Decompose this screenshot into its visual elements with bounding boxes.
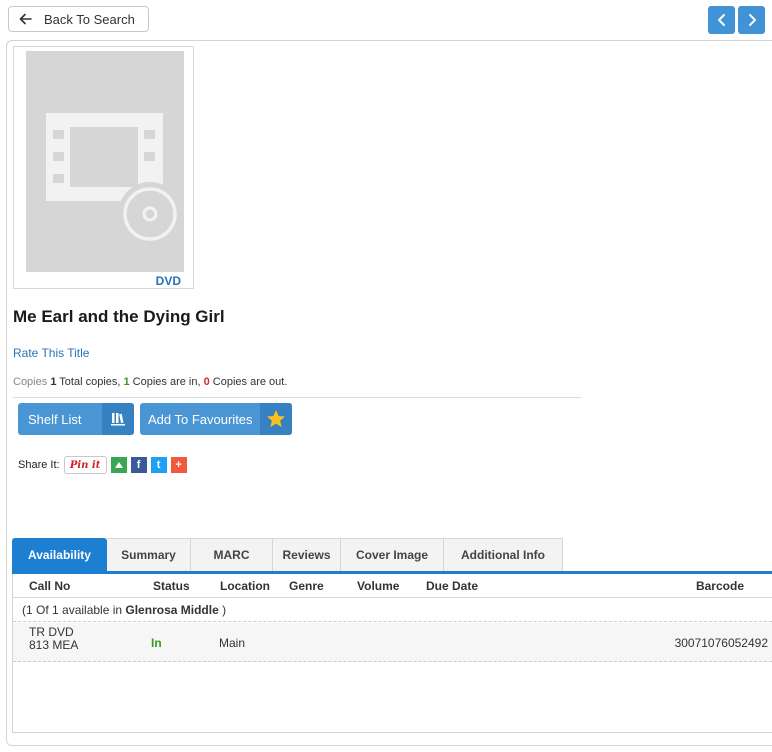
tab-marc[interactable]: MARC xyxy=(191,538,273,571)
library-group-row: (1 Of 1 available in Glenrosa Middle ) xyxy=(13,599,772,622)
share-more-icon[interactable]: + xyxy=(170,457,187,473)
pinterest-button[interactable]: Pin it xyxy=(63,456,107,474)
shelf-list-button[interactable]: Shelf List xyxy=(18,403,134,435)
share-bar: Share It: Pin it f t + xyxy=(18,456,187,474)
col-call-no[interactable]: Call No xyxy=(29,579,70,593)
col-barcode[interactable]: Barcode xyxy=(696,579,744,593)
copies-divider xyxy=(13,397,581,398)
copies-prefix: Copies xyxy=(13,376,48,388)
table-header: Call No Status Location Genre Volume Due… xyxy=(13,574,772,598)
group-suffix: ) xyxy=(218,603,227,617)
col-status[interactable]: Status xyxy=(153,579,190,593)
facebook-icon[interactable]: f xyxy=(130,457,147,473)
twitter-icon[interactable]: t xyxy=(150,457,167,473)
arrow-left-icon xyxy=(19,13,32,25)
availability-table: Call No Status Location Genre Volume Due… xyxy=(12,574,772,733)
col-genre[interactable]: Genre xyxy=(289,579,324,593)
back-to-search-label: Back To Search xyxy=(44,11,135,27)
rate-this-title-link[interactable]: Rate This Title xyxy=(13,346,89,360)
shelf-list-label: Shelf List xyxy=(28,411,82,427)
tab-summary[interactable]: Summary xyxy=(107,538,191,571)
tab-reviews[interactable]: Reviews xyxy=(273,538,341,571)
total-copies-text: Total copies, xyxy=(56,376,124,388)
copies-summary: Copies 1 Total copies, 1 Copies are in, … xyxy=(13,376,287,388)
add-to-favourites-button[interactable]: Add To Favourites xyxy=(140,403,292,435)
previous-record-button[interactable] xyxy=(708,6,735,34)
chevron-left-icon xyxy=(717,14,725,26)
call-no-cell: TR DVD 813 MEA xyxy=(29,626,78,652)
back-to-search-button[interactable]: Back To Search xyxy=(8,6,149,32)
barcode-cell: 30071076052492 xyxy=(674,636,768,650)
call-no-line2: 813 MEA xyxy=(29,638,79,652)
table-row[interactable]: TR DVD 813 MEA In Main 30071076052492 xyxy=(13,623,772,662)
film-dvd-icon xyxy=(46,113,182,246)
share-label: Share It: xyxy=(18,459,60,471)
group-prefix: (1 Of 1 available in xyxy=(22,603,126,617)
tab-cover-image[interactable]: Cover Image xyxy=(341,538,444,571)
google-classroom-icon[interactable] xyxy=(110,457,127,473)
chevron-right-icon xyxy=(748,14,756,26)
col-due-date[interactable]: Due Date xyxy=(426,579,478,593)
dvd-placeholder-cover xyxy=(26,51,184,272)
tab-additional-info[interactable]: Additional Info xyxy=(444,538,563,571)
col-location[interactable]: Location xyxy=(220,579,270,593)
star-icon xyxy=(260,403,292,435)
location-cell: Main xyxy=(219,636,246,650)
record-tabs: Availability Summary MARC Reviews Cover … xyxy=(12,538,563,573)
group-library-name: Glenrosa Middle xyxy=(125,603,219,617)
next-record-button[interactable] xyxy=(738,6,765,34)
copies-in-text: Copies are in, xyxy=(129,376,204,388)
status-cell: In xyxy=(151,636,162,650)
format-label: DVD xyxy=(155,274,181,288)
item-title: Me Earl and the Dying Girl xyxy=(13,307,225,326)
call-no-line1: TR DVD xyxy=(29,625,74,639)
tab-availability[interactable]: Availability xyxy=(12,538,107,571)
copies-out-text: Copies are out. xyxy=(209,376,288,388)
cover-frame: DVD xyxy=(13,46,194,289)
bookshelf-icon xyxy=(102,403,134,435)
col-volume[interactable]: Volume xyxy=(357,579,399,593)
add-to-favourites-label: Add To Favourites xyxy=(148,411,253,427)
